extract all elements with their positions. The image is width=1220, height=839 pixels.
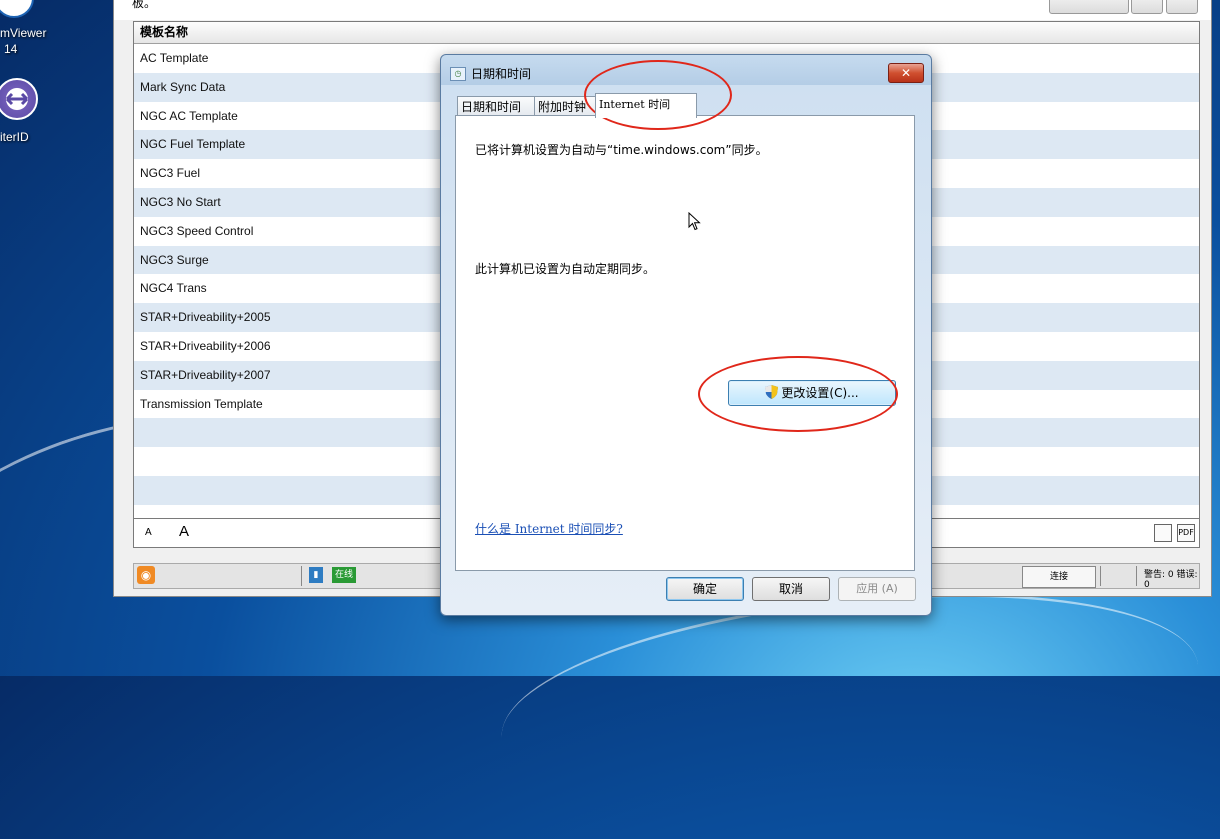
help-link[interactable]: 什么是 Internet 时间同步?: [475, 520, 623, 537]
status-separator: [301, 566, 302, 586]
toolbar-small-button[interactable]: [1131, 0, 1163, 14]
connect-button[interactable]: 连接: [1022, 566, 1096, 588]
pdf-icon[interactable]: PDF: [1177, 524, 1195, 542]
font-larger-button[interactable]: A: [179, 523, 189, 540]
ok-button[interactable]: 确定: [666, 577, 744, 601]
change-settings-label: 更改设置(C)...: [781, 386, 859, 400]
close-button[interactable]: ✕: [888, 63, 924, 83]
teamviewer-icon[interactable]: [0, 0, 34, 18]
dialog-title: 日期和时间: [471, 67, 532, 81]
tab-internet-time[interactable]: Internet 时间: [595, 93, 697, 118]
connection-icon: ▮: [309, 567, 323, 583]
desktop-icon-label: iterID: [0, 130, 29, 144]
toolbar-extra-button[interactable]: [1166, 0, 1198, 14]
date-time-dialog: ◷ 日期和时间 ✕ 日期和时间 附加时钟 Internet 时间 已将计算机设置…: [440, 54, 932, 616]
intro-text: 板。: [132, 0, 157, 10]
internet-time-pane: 已将计算机设置为自动与“time.windows.com”同步。 此计算机已设置…: [455, 115, 915, 571]
desktop-icon-label: mViewer: [0, 26, 47, 40]
sync-status-text: 已将计算机设置为自动与“time.windows.com”同步。: [475, 143, 768, 157]
list-header-template-name[interactable]: 模板名称: [134, 22, 1199, 44]
tab-date-time[interactable]: 日期和时间: [457, 96, 535, 117]
status-separator: [1136, 566, 1137, 586]
print-preview-icon[interactable]: [1154, 524, 1172, 542]
change-settings-button[interactable]: 更改设置(C)...: [728, 380, 896, 406]
clock-icon: ◷: [450, 67, 466, 81]
warning-error-counts: 警告: 0 错误: 0: [1144, 570, 1198, 590]
online-status-badge: 在线: [332, 567, 357, 583]
uac-shield-icon: [765, 385, 779, 399]
cancel-button[interactable]: 取消: [752, 577, 830, 601]
tab-additional-clocks[interactable]: 附加时钟: [534, 96, 598, 117]
status-separator: [1100, 566, 1101, 586]
import-template-button[interactable]: [1049, 0, 1129, 14]
app-top-strip: [114, 0, 1211, 20]
desktop-icon-label: 14: [4, 42, 18, 56]
mouse-pointer-icon: [688, 212, 701, 231]
apply-button[interactable]: 应用 (A): [838, 577, 916, 601]
font-smaller-button[interactable]: A: [145, 527, 152, 538]
auto-sync-text: 此计算机已设置为自动定期同步。: [475, 262, 656, 276]
arrows-icon: [5, 92, 29, 106]
rss-icon[interactable]: ◉: [137, 566, 155, 584]
app-shortcut-icon[interactable]: [0, 78, 38, 120]
